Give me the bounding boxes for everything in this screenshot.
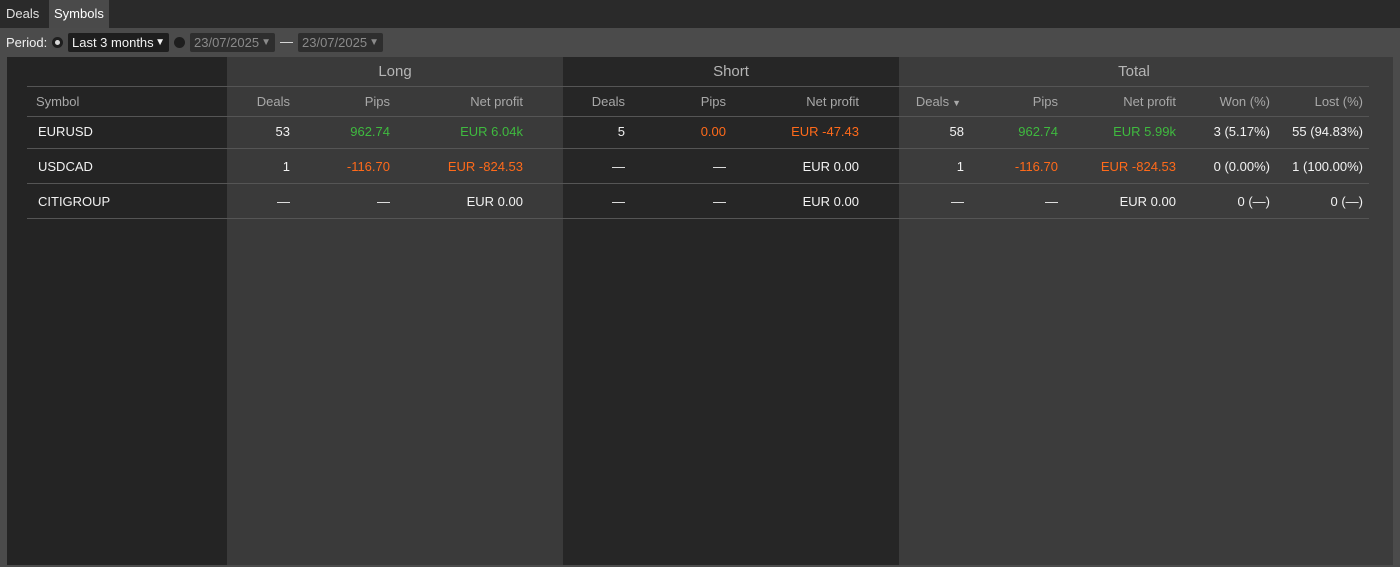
col-header-total-deals[interactable]: Deals ▼ [916,94,961,109]
table-cell-won: 3 (5.17%) [1213,124,1270,139]
divider [27,183,1369,184]
divider [27,116,1369,117]
table-cell-long-deals: — [277,194,290,209]
table-cell-short-deals: — [612,159,625,174]
table-cell-long-net-profit: EUR 0.00 [466,194,523,209]
divider [27,86,1369,87]
table-cell-short-deals: — [612,194,625,209]
table-cell-total-pips: 962.74 [1018,124,1058,139]
table-cell-lost: 1 (100.00%) [1292,159,1363,174]
table-cell-long-deals: 1 [282,159,290,174]
table-cell-total-pips: -116.70 [1014,159,1058,174]
tab-bar: Deals Symbols [0,0,1400,28]
chevron-down-icon: ▼ [369,37,379,48]
date-to-value: 23/07/2025 [302,35,368,50]
col-header-long-pips[interactable]: Pips [365,94,390,109]
sort-desc-icon: ▼ [952,98,961,108]
table-cell-long-pips: 962.74 [350,124,390,139]
table-cell-won: 0 (0.00%) [1213,159,1270,174]
table-cell-total-deals: 58 [949,124,964,139]
table-cell-short-net-profit: EUR 0.00 [802,194,859,209]
symbols-table: Long Short Total Symbol Deals Pips Net p… [7,57,1393,565]
table-row-symbol[interactable]: USDCAD [38,159,93,174]
col-header-long-net-profit[interactable]: Net profit [470,94,523,109]
divider [27,148,1369,149]
group-header-short: Short [713,63,749,80]
table-cell-short-pips: — [713,194,726,209]
date-to-select[interactable]: 23/07/2025 ▼ [298,33,383,52]
col-header-short-net-profit[interactable]: Net profit [806,94,859,109]
tab-deals[interactable]: Deals [1,0,45,28]
date-from-value: 23/07/2025 [194,35,260,50]
table-row-symbol[interactable]: CITIGROUP [38,194,110,209]
table-cell-total-net-profit: EUR 5.99k [1113,124,1176,139]
period-range-select[interactable]: Last 3 months ▼ [68,33,169,52]
col-header-total-net-profit[interactable]: Net profit [1123,94,1176,109]
col-header-long-deals[interactable]: Deals [257,94,290,109]
table-cell-long-deals: 53 [275,124,290,139]
symbols-panel: Period: Last 3 months ▼ 23/07/2025 ▼ — 2… [0,28,1400,567]
table-cell-total-net-profit: EUR -824.53 [1100,159,1176,174]
period-range-radio[interactable] [52,37,63,48]
group-header-total: Total [1118,63,1150,80]
chevron-down-icon: ▼ [155,37,165,48]
table-cell-short-pips: 0.00 [700,124,726,139]
table-cell-short-net-profit: EUR 0.00 [802,159,859,174]
table-cell-won: 0 (—) [1237,194,1271,209]
divider [27,218,1369,219]
date-from-select[interactable]: 23/07/2025 ▼ [190,33,275,52]
period-custom-radio[interactable] [174,37,185,48]
date-separator: — [280,34,293,49]
col-header-won[interactable]: Won (%) [1220,94,1270,109]
table-cell-long-net-profit: EUR 6.04k [460,124,523,139]
col-header-total-deals-label: Deals [915,94,950,109]
period-range-value: Last 3 months [72,35,154,50]
table-cell-total-deals: — [951,194,964,209]
col-header-short-deals[interactable]: Deals [592,94,625,109]
table-cell-short-net-profit: EUR -47.43 [791,124,859,139]
table-row-symbol[interactable]: EURUSD [38,124,93,139]
period-label: Period: [6,35,48,50]
group-header-long: Long [378,63,412,80]
col-header-lost[interactable]: Lost (%) [1315,94,1363,109]
table-cell-long-pips: — [377,194,390,209]
chevron-down-icon: ▼ [261,37,271,48]
table-cell-long-net-profit: EUR -824.53 [447,159,523,174]
col-header-short-pips[interactable]: Pips [701,94,726,109]
table-cell-long-pips: -116.70 [346,159,390,174]
table-cell-total-net-profit: EUR 0.00 [1119,194,1176,209]
table-cell-short-deals: 5 [617,124,625,139]
col-header-symbol[interactable]: Symbol [36,94,79,109]
table-cell-lost: 0 (—) [1330,194,1364,209]
tab-symbols[interactable]: Symbols [49,0,109,28]
table-cell-total-pips: — [1045,194,1058,209]
col-header-total-pips[interactable]: Pips [1033,94,1058,109]
table-cell-lost: 55 (94.83%) [1292,124,1363,139]
table-cell-total-deals: 1 [956,159,964,174]
table-cell-short-pips: — [713,159,726,174]
